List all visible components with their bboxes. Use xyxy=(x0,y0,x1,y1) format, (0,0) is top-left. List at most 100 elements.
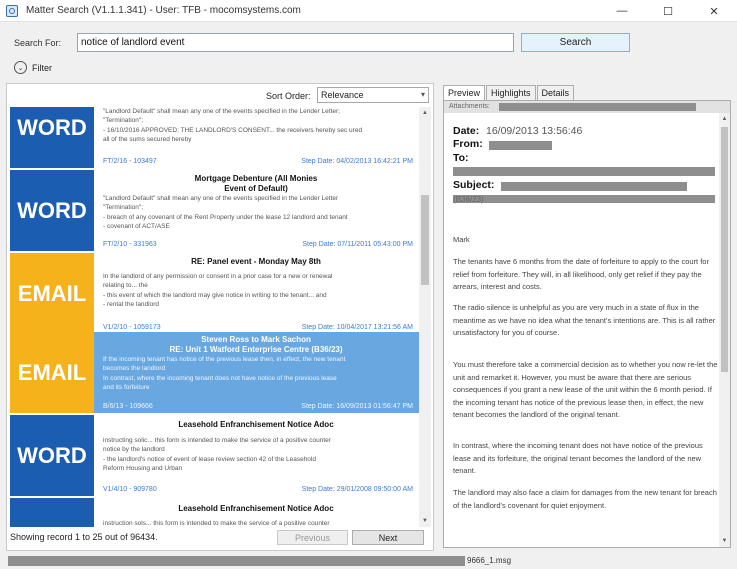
body-paragraph: The landlord may also face a claim for d… xyxy=(453,488,717,510)
email-preview: Attachments: Date: 16/09/2013 13:56:46 F… xyxy=(443,100,731,548)
attachments-bar: Attachments: xyxy=(444,101,730,113)
minimize-button[interactable]: — xyxy=(599,0,645,22)
results-list: WORD "Landlord Default" shall mean any o… xyxy=(10,107,419,527)
email-icon: EMAIL xyxy=(10,332,94,413)
word-document-icon: WORD xyxy=(10,170,94,251)
result-title: Leasehold Enfranchisement Notice Adoc xyxy=(178,420,334,429)
sort-order-select[interactable]: Relevance ▾ xyxy=(317,87,429,103)
tab-highlights[interactable]: Highlights xyxy=(486,85,536,100)
title-bar: Matter Search (V1.1.1.341) - User: TFB -… xyxy=(0,0,737,22)
result-step-date: Step Date: 29/01/2008 09:50:00 AM xyxy=(301,486,413,493)
scrollbar-thumb[interactable] xyxy=(721,127,728,372)
date-label: Date: xyxy=(453,125,480,137)
search-input[interactable] xyxy=(77,33,514,52)
filter-row[interactable]: ⌄ Filter xyxy=(14,61,52,74)
result-id: FT/2/16 - 103497 xyxy=(103,158,157,165)
result-item-selected[interactable]: EMAIL Steven Ross to Mark Sachon RE: Uni… xyxy=(10,332,419,413)
result-item[interactable]: EMAIL RE: Panel event - Monday May 8th I… xyxy=(10,253,419,334)
attachments-label: Attachments: xyxy=(449,103,490,110)
file-name: 9666_1.msg xyxy=(467,556,512,565)
scroll-up-icon[interactable]: ▲ xyxy=(719,113,730,125)
result-snippet-line: becomes the landlord xyxy=(103,365,166,372)
redacted-subject xyxy=(501,182,687,191)
redacted-recipients xyxy=(453,167,715,176)
result-snippet-line: relating to... the xyxy=(103,282,148,289)
result-snippet-line: - this event of which the landlord may g… xyxy=(103,292,327,299)
word-document-icon: WORD xyxy=(10,498,94,527)
window-controls: — ☐ ✕ xyxy=(599,0,737,22)
from-label: From: xyxy=(453,138,483,150)
result-id: FT/2/10 - 331963 xyxy=(103,241,157,248)
result-snippet-line: - breach of any covenant of the Rent Pro… xyxy=(103,214,348,221)
chevron-down-icon: ▾ xyxy=(420,90,425,99)
result-item[interactable]: WORD Leasehold Enfranchisement Notice Ad… xyxy=(10,415,419,496)
result-item[interactable]: WORD Leasehold Enfranchisement Notice Ad… xyxy=(10,498,419,527)
scrollbar-thumb[interactable] xyxy=(421,195,429,285)
chevron-down-icon[interactable]: ⌄ xyxy=(14,61,27,74)
search-row: Search For: Search xyxy=(0,30,737,56)
redacted-subject-line xyxy=(453,195,715,203)
redacted-attachment xyxy=(499,103,696,111)
result-snippet-line: Reform Housing and Urban xyxy=(103,465,183,472)
next-button[interactable]: Next xyxy=(352,530,424,545)
body-paragraph: You must therefore take a commercial dec… xyxy=(453,360,718,419)
result-snippet-line: "Landlord Default" shall mean any one of… xyxy=(103,108,340,115)
close-button[interactable]: ✕ xyxy=(691,0,737,22)
sort-order-label: Sort Order: xyxy=(266,91,311,101)
tab-preview[interactable]: Preview xyxy=(443,85,486,100)
subject-label: Subject: xyxy=(453,179,495,191)
result-snippet-line: - covenant of ACT/ASE xyxy=(103,223,170,230)
to-label: To: xyxy=(453,152,469,164)
sort-order-value: Relevance xyxy=(321,90,364,100)
app-icon xyxy=(6,4,18,17)
result-subtitle: Event of Default) xyxy=(224,184,288,193)
body-paragraph: The tenants have 6 months from the date … xyxy=(453,257,709,291)
date-value: 16/09/2013 13:56:46 xyxy=(486,125,583,137)
email-icon: EMAIL xyxy=(10,253,94,334)
preview-scrollbar[interactable]: ▲ ▼ xyxy=(719,113,730,547)
redacted-from xyxy=(489,141,552,150)
result-id: V1/2/10 - 1059173 xyxy=(103,324,161,331)
result-snippet-line: and its forfeiture xyxy=(103,384,150,391)
result-title: Steven Ross to Mark Sachon xyxy=(201,335,311,344)
result-title: Leasehold Enfranchisement Notice Adoc xyxy=(178,504,334,513)
scroll-up-icon[interactable]: ▲ xyxy=(419,107,431,119)
result-snippet-line: In contrast, where the incoming tenant d… xyxy=(103,375,337,382)
status-bar: 9666_1.msg xyxy=(0,553,737,569)
body-paragraph: In contrast, where the incoming tenant d… xyxy=(453,441,703,475)
result-item[interactable]: WORD "Landlord Default" shall mean any o… xyxy=(10,107,419,168)
result-id: V1/4/10 - 909780 xyxy=(103,486,157,493)
result-step-date: Step Date: 16/09/2013 01:56:47 PM xyxy=(301,403,413,410)
result-id: B/6/13 - 109666 xyxy=(103,403,153,410)
tab-details[interactable]: Details xyxy=(536,85,575,100)
results-scrollbar[interactable]: ▲ ▼ xyxy=(419,107,431,527)
result-snippet-line: "Termination"; xyxy=(103,117,144,124)
result-step-date: Step Date: 04/02/2013 16:42:21 PM xyxy=(301,158,413,165)
result-item[interactable]: WORD Mortgage Debenture (All Monies Even… xyxy=(10,170,419,251)
previous-button[interactable]: Previous xyxy=(277,530,348,545)
redacted-file-path xyxy=(8,556,465,566)
result-subtitle: RE: Unit 1 Watford Enterprise Centre (B3… xyxy=(169,345,343,354)
window-title: Matter Search (V1.1.1.341) - User: TFB -… xyxy=(26,5,301,16)
result-snippet-line: - rental the landlord xyxy=(103,301,160,308)
result-snippet-line: all of the sums secured hereby xyxy=(103,136,192,143)
search-label: Search For: xyxy=(14,38,62,48)
result-snippet-line: In the landlord of any permission or con… xyxy=(103,273,333,280)
word-document-icon: WORD xyxy=(10,415,94,496)
body-paragraph: Mark xyxy=(453,235,470,244)
scroll-down-icon[interactable]: ▼ xyxy=(419,515,431,527)
word-document-icon: WORD xyxy=(10,107,94,168)
body-paragraph: The radio silence is unhelpful as you ar… xyxy=(453,303,716,337)
maximize-button[interactable]: ☐ xyxy=(645,0,691,22)
result-step-date: Step Date: 07/11/2011 05:43:00 PM xyxy=(302,241,413,248)
result-snippet-line: instruction sols... this form is intende… xyxy=(103,520,330,527)
result-title: RE: Panel event - Monday May 8th xyxy=(191,257,321,266)
result-snippet-line: "Termination"; xyxy=(103,204,144,211)
result-snippet-line: - the landlord's notice of event of leas… xyxy=(103,456,316,463)
search-button[interactable]: Search xyxy=(521,33,630,52)
result-snippet-line: - 16/10/2016 APPROVED; THE LANDLORD'S CO… xyxy=(103,127,363,134)
result-step-date: Step Date: 10/04/2017 13:21:56 AM xyxy=(301,324,413,331)
scroll-down-icon[interactable]: ▼ xyxy=(719,535,730,547)
result-snippet-line: notice by the landlord xyxy=(103,446,165,453)
preview-tabs: Preview Highlights Details xyxy=(443,85,575,100)
